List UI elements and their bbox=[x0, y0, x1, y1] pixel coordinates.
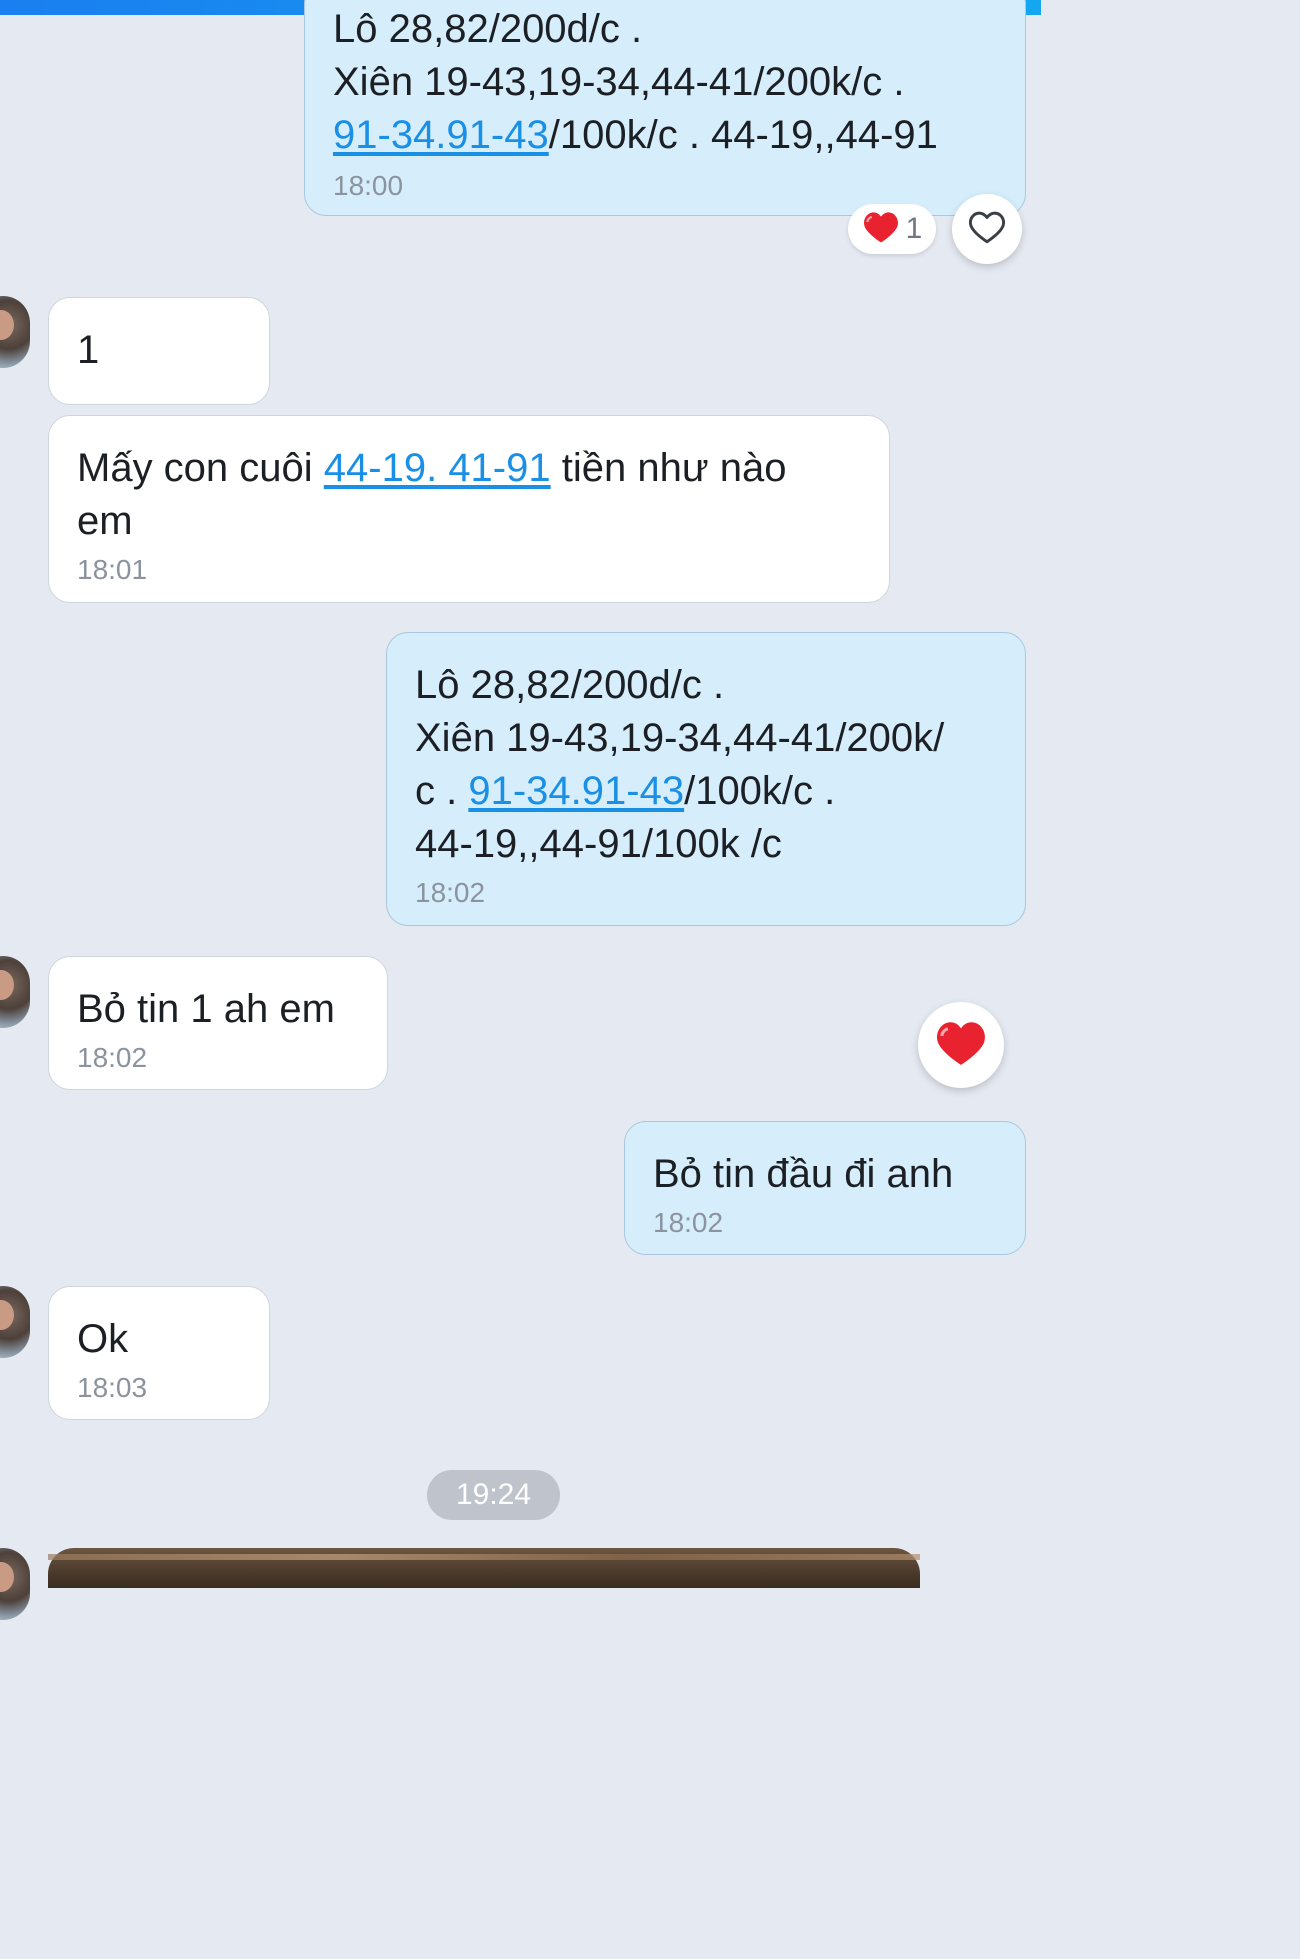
message-time: 18:02 bbox=[415, 877, 486, 908]
heart-outline-icon bbox=[967, 209, 1007, 250]
text-run: Lô 28,82/200d/c . bbox=[415, 663, 725, 707]
time-divider: 19:24 bbox=[427, 1470, 560, 1520]
message-line: Mấy con cuôi 44-19. 41-91 tiền như nào bbox=[77, 442, 861, 495]
avatar[interactable] bbox=[0, 1548, 30, 1620]
message-time: 18:00 bbox=[333, 170, 404, 201]
message-time: 18:01 bbox=[77, 554, 148, 585]
text-run: Xiên 19-43,19-34,44-41/200k/ bbox=[415, 716, 945, 760]
message-line: Ok bbox=[77, 1313, 241, 1366]
message-bubble-outgoing[interactable]: Lô 28,82/200d/c . Xiên 19-43,19-34,44-41… bbox=[386, 632, 1026, 926]
message-bubble-outgoing[interactable]: Lô 28,82/200d/c . Xiên 19-43,19-34,44-41… bbox=[304, 0, 1026, 216]
heart-icon bbox=[862, 210, 900, 249]
media-message-preview[interactable] bbox=[48, 1548, 920, 1588]
text-run: Xiên 19-43,19-34,44-41/200k/c . bbox=[333, 60, 905, 104]
react-button[interactable] bbox=[952, 194, 1022, 264]
message-bubble-incoming[interactable]: Bỏ tin 1 ah em 18:02 bbox=[48, 956, 388, 1090]
message-line: c . 91-34.91-43/100k/c . bbox=[415, 765, 997, 818]
message-bubble-incoming[interactable]: Ok 18:03 bbox=[48, 1286, 270, 1420]
message-text: Bỏ tin đầu đi anh bbox=[653, 1148, 997, 1201]
phone-link[interactable]: 44-19. 41-91 bbox=[324, 446, 551, 490]
avatar[interactable] bbox=[0, 296, 30, 368]
message-bubble-incoming[interactable]: Mấy con cuôi 44-19. 41-91 tiền như nào e… bbox=[48, 415, 890, 603]
text-run: /100k/c . 44-19,,44-91 bbox=[548, 113, 938, 157]
message-text: Bỏ tin 1 ah em bbox=[77, 983, 359, 1036]
message-text: 1 bbox=[77, 324, 241, 377]
message-time: 18:02 bbox=[77, 1042, 148, 1073]
message-time: 18:03 bbox=[77, 1372, 148, 1403]
text-run: Lô 28,82/200d/c . bbox=[333, 7, 643, 51]
react-button[interactable] bbox=[918, 1002, 1004, 1088]
message-text: Lô 28,82/200d/c . Xiên 19-43,19-34,44-41… bbox=[333, 3, 997, 162]
message-line: Lô 28,82/200d/c . bbox=[333, 3, 997, 56]
text-run: /100k/c . bbox=[684, 769, 836, 813]
heart-icon bbox=[934, 1019, 988, 1072]
text-run: Mấy con cuôi bbox=[77, 446, 324, 490]
message-text: Mấy con cuôi 44-19. 41-91 tiền như nào e… bbox=[77, 442, 861, 548]
reaction-summary[interactable]: 1 bbox=[848, 204, 936, 254]
message-line: Lô 28,82/200d/c . bbox=[415, 659, 997, 712]
message-time: 18:02 bbox=[653, 1207, 724, 1238]
message-bubble-incoming[interactable]: 1 bbox=[48, 297, 270, 405]
text-run: Bỏ tin 1 ah em bbox=[77, 987, 335, 1031]
avatar[interactable] bbox=[0, 956, 30, 1028]
message-text: Lô 28,82/200d/c . Xiên 19-43,19-34,44-41… bbox=[415, 659, 997, 871]
text-run: tiền như nào bbox=[550, 446, 787, 490]
text-run: Ok bbox=[77, 1317, 129, 1361]
message-line: em bbox=[77, 495, 861, 548]
avatar[interactable] bbox=[0, 1286, 30, 1358]
message-line: 1 bbox=[77, 324, 241, 377]
text-run: 1 bbox=[77, 328, 100, 372]
phone-link[interactable]: 91-34.91-43 bbox=[333, 113, 549, 157]
message-line: Bỏ tin đầu đi anh bbox=[653, 1148, 997, 1201]
message-text: Ok bbox=[77, 1313, 241, 1366]
text-run: em bbox=[77, 499, 133, 543]
phone-link[interactable]: 91-34.91-43 bbox=[468, 769, 684, 813]
message-line: 91-34.91-43/100k/c . 44-19,,44-91 bbox=[333, 109, 997, 162]
reaction-count: 1 bbox=[905, 212, 923, 245]
message-line: Bỏ tin 1 ah em bbox=[77, 983, 359, 1036]
text-run: 44-19,,44-91/100k /c bbox=[415, 822, 782, 866]
message-line: Xiên 19-43,19-34,44-41/200k/ bbox=[415, 712, 997, 765]
message-bubble-outgoing[interactable]: Bỏ tin đầu đi anh 18:02 bbox=[624, 1121, 1026, 1255]
text-run: Bỏ tin đầu đi anh bbox=[653, 1152, 954, 1196]
message-line: Xiên 19-43,19-34,44-41/200k/c . bbox=[333, 56, 997, 109]
message-line: 44-19,,44-91/100k /c bbox=[415, 818, 997, 871]
text-run: c . bbox=[415, 769, 469, 813]
